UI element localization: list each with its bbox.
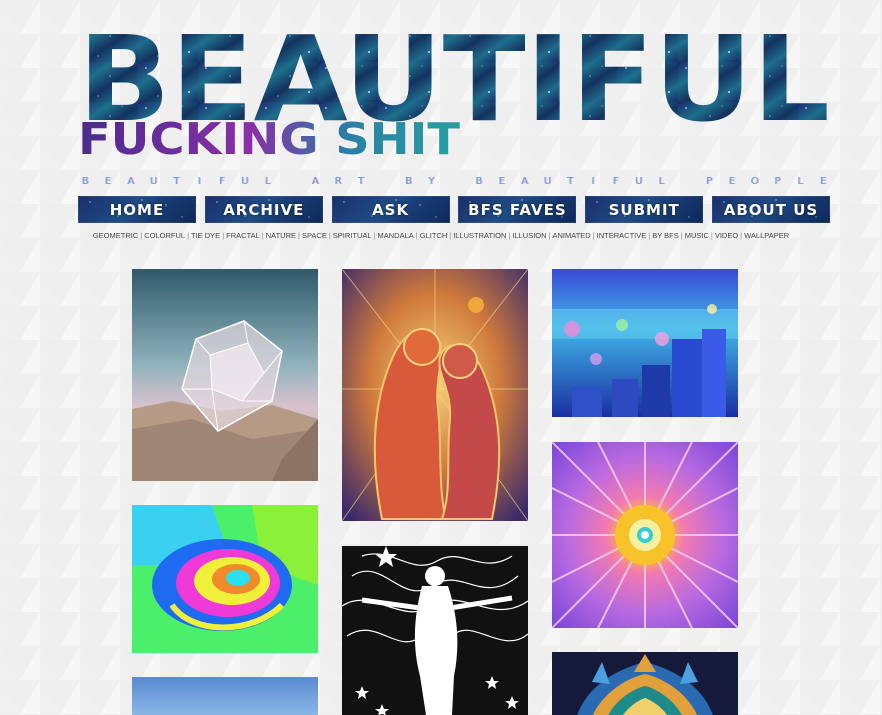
tagline-letter: F <box>218 175 225 187</box>
tagline-letter: I <box>591 175 595 187</box>
tagline-letter: R <box>334 175 342 187</box>
tagline-letter: L <box>658 175 665 187</box>
tag-link-geometric[interactable]: GEOMETRIC <box>93 231 138 240</box>
tag-separator: | <box>373 231 376 240</box>
nav-home-button[interactable]: HOME <box>78 196 196 223</box>
tagline-letter: T <box>357 175 364 187</box>
tag-separator: | <box>508 231 511 240</box>
logo-main-title: BEAUTIFUL <box>78 10 830 148</box>
svg-text:FUCKING SHIT: FUCKING SHIT <box>78 118 460 162</box>
tagline-letter: B <box>404 175 412 187</box>
tag-link-wallpaper[interactable]: WALLPAPER <box>744 231 789 240</box>
tagline-letter: U <box>634 175 643 187</box>
tagline-letter: U <box>241 175 249 187</box>
tagline-letter: E <box>104 175 111 187</box>
tag-link-glitch[interactable]: GLITCH <box>420 231 448 240</box>
tagline-letter: F <box>612 175 619 187</box>
tag-separator: | <box>680 231 683 240</box>
nav-about-us-button[interactable]: ABOUT US <box>711 196 830 223</box>
tagline-letter: I <box>197 175 201 187</box>
tagline-letter: E <box>819 175 827 187</box>
tagline-letter: E <box>498 175 505 187</box>
tagline-letter: B <box>475 175 483 187</box>
tag-link-animated[interactable]: ANIMATED <box>553 231 591 240</box>
tagline-letter: Y <box>428 175 435 187</box>
tagline-letter: O <box>750 175 759 187</box>
tag-link-spiritual[interactable]: SPIRITUAL <box>333 231 372 240</box>
tagline-letter: L <box>264 175 271 187</box>
nav-archive-button[interactable]: ARCHIVE <box>204 196 323 223</box>
post-image-sky[interactable] <box>132 677 318 715</box>
tagline-letter: E <box>728 175 735 187</box>
svg-text:BEAUTIFUL: BEAUTIFUL <box>78 22 830 126</box>
post-image-spiritual-couple[interactable] <box>342 269 528 521</box>
post-image-lotus-mandala[interactable] <box>552 652 738 715</box>
tag-link-colorful[interactable]: COLORFUL <box>144 231 185 240</box>
tag-link-fractal[interactable]: FRACTAL <box>226 231 260 240</box>
tag-links: GEOMETRIC | COLORFUL | TIE DYE | FRACTAL | NATUR… <box>0 231 882 240</box>
tag-separator: | <box>548 231 551 240</box>
tag-separator: | <box>449 231 452 240</box>
tagline-letter: U <box>543 175 551 187</box>
tag-link-illusion[interactable]: ILLUSION <box>512 231 546 240</box>
tag-separator: | <box>328 231 331 240</box>
site-logo[interactable]: BEAUTIFUL <box>78 10 830 148</box>
tagline-letter: T <box>173 175 180 187</box>
post-image-anime-city[interactable] <box>552 269 738 417</box>
logo-subtitle: FUCKING SHIT <box>78 114 478 165</box>
tagline-letter: A <box>127 175 135 187</box>
tagline: BEAUTIFULARTBYBEAUTIFULPEOPLE <box>78 172 830 190</box>
tag-link-video[interactable]: VIDEO <box>715 231 738 240</box>
nav-bfs-faves-button[interactable]: BFS FAVES <box>458 196 577 223</box>
tag-link-mandala[interactable]: MANDALA <box>378 231 414 240</box>
tagline-letter: A <box>521 175 528 187</box>
tagline-letter: B <box>81 175 89 187</box>
tag-separator: | <box>740 231 743 240</box>
post-image-mandala-burst[interactable] <box>552 442 738 628</box>
tag-link-tie-dye[interactable]: TIE DYE <box>191 231 220 240</box>
tag-separator: | <box>710 231 713 240</box>
tag-link-illustration[interactable]: ILLUSTRATION <box>453 231 506 240</box>
tagline-letter: P <box>774 175 781 187</box>
tagline-letter: P <box>705 175 712 187</box>
tag-link-by-bfs[interactable]: BY BFS <box>652 231 679 240</box>
nav-submit-button[interactable]: SUBMIT <box>585 196 704 223</box>
tag-link-nature[interactable]: NATURE <box>266 231 296 240</box>
post-image-line-art-woman[interactable] <box>342 546 528 715</box>
tagline-letter: L <box>797 175 803 187</box>
tag-separator: | <box>592 231 595 240</box>
tagline-letter: A <box>311 175 319 187</box>
tag-link-interactive[interactable]: INTERACTIVE <box>597 231 647 240</box>
tagline-letter: T <box>567 175 574 187</box>
tag-separator: | <box>187 231 190 240</box>
tag-separator: | <box>261 231 264 240</box>
tag-separator: | <box>222 231 225 240</box>
main-nav: HOME ARCHIVE ASK BFS FAVES SUBMIT ABOUT … <box>78 196 830 224</box>
tag-separator: | <box>298 231 300 240</box>
tag-separator: | <box>415 231 418 240</box>
tag-separator: | <box>648 231 651 240</box>
tag-separator: | <box>140 231 143 240</box>
tag-link-space[interactable]: SPACE <box>302 231 327 240</box>
tag-link-music[interactable]: MUSIC <box>685 231 709 240</box>
post-image-geometric-desert[interactable] <box>132 269 318 481</box>
nav-ask-button[interactable]: ASK <box>331 196 450 223</box>
post-image-tie-dye-spiral[interactable] <box>132 505 318 653</box>
tagline-letter: U <box>149 175 158 187</box>
